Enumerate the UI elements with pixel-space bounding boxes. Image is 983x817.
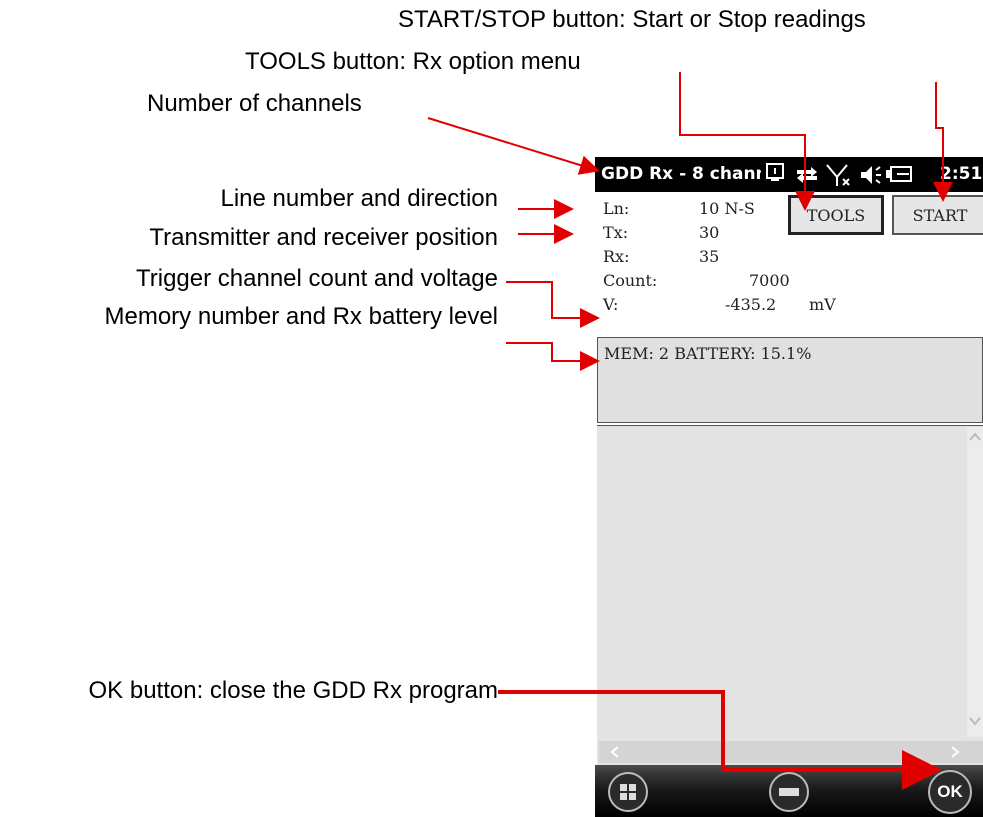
tools-button[interactable]: TOOLS bbox=[788, 195, 884, 235]
annotation-line: Line number and direction bbox=[220, 185, 498, 212]
output-panel bbox=[597, 425, 983, 766]
annotation-start-stop: START/STOP button: Start or Stop reading… bbox=[398, 6, 866, 33]
annotation-trigger: Trigger channel count and voltage bbox=[135, 265, 498, 292]
sync-icon[interactable] bbox=[797, 167, 817, 183]
voltage-value: -435.2 bbox=[725, 295, 777, 314]
annotation-tx-rx: Transmitter and receiver position bbox=[149, 224, 498, 251]
keyboard-toggle-icon[interactable] bbox=[767, 771, 811, 813]
annotation-memory: Memory number and Rx battery level bbox=[104, 303, 499, 330]
scroll-right-icon[interactable] bbox=[947, 744, 963, 760]
line-value: 10 N-S bbox=[699, 199, 755, 218]
ok-button[interactable]: OK bbox=[928, 770, 972, 814]
rx-value: 35 bbox=[699, 247, 720, 266]
device-screen: GDD Rx - 8 channe bbox=[595, 157, 983, 817]
voltage-label: V: bbox=[603, 295, 619, 314]
ok-label: OK bbox=[937, 782, 963, 801]
memory-battery-status: MEM: 2 BATTERY: 15.1% bbox=[597, 337, 983, 423]
arrow-memory bbox=[506, 342, 600, 371]
annotation-tools: TOOLS button: Rx option menu bbox=[245, 48, 581, 75]
no-signal-icon[interactable] bbox=[826, 164, 850, 186]
battery-icon[interactable] bbox=[886, 166, 912, 182]
arrow-channels bbox=[427, 117, 600, 175]
annotation-ok: OK button: close the GDD Rx program bbox=[88, 677, 499, 704]
windows-start-icon[interactable] bbox=[607, 771, 649, 813]
count-value: 7000 bbox=[749, 271, 790, 290]
tx-label: Tx: bbox=[603, 223, 629, 242]
scroll-down-icon[interactable] bbox=[967, 713, 983, 729]
clock-time: 2:51 bbox=[940, 164, 983, 184]
count-label: Count: bbox=[603, 271, 658, 290]
scroll-up-icon[interactable] bbox=[967, 429, 983, 445]
soft-key-bar: OK bbox=[595, 765, 983, 817]
window-title: GDD Rx - 8 channe bbox=[601, 164, 761, 184]
horizontal-scrollbar[interactable] bbox=[599, 741, 983, 763]
rx-label: Rx: bbox=[603, 247, 630, 266]
vertical-scrollbar[interactable] bbox=[967, 427, 983, 737]
arrow-trigger bbox=[506, 281, 600, 328]
tx-value: 30 bbox=[699, 223, 720, 242]
line-label: Ln: bbox=[603, 199, 630, 218]
annotation-channels: Number of channels bbox=[147, 90, 362, 117]
keyboard-icon bbox=[766, 163, 784, 181]
speaker-icon[interactable] bbox=[861, 166, 881, 184]
voltage-unit: mV bbox=[809, 295, 836, 314]
start-button[interactable]: START bbox=[892, 195, 983, 235]
status-bar: GDD Rx - 8 channe bbox=[595, 157, 983, 192]
scroll-left-icon[interactable] bbox=[607, 744, 623, 760]
